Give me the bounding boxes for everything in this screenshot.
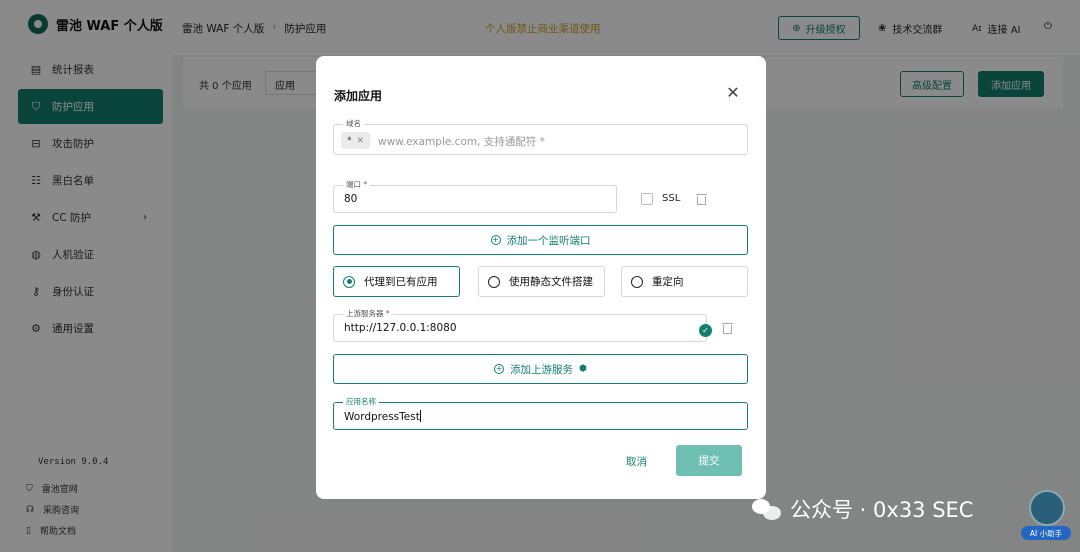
- app-name-label: 应用名称: [343, 396, 379, 407]
- hexagon-icon: ⬢: [579, 364, 587, 374]
- ssl-label: SSL: [662, 193, 681, 204]
- trash-icon[interactable]: [722, 322, 733, 334]
- port-field[interactable]: 端口 * 80: [333, 179, 617, 213]
- text-cursor: [419, 410, 421, 422]
- ssl-checkbox[interactable]: [641, 193, 653, 205]
- mode-label: 重定向: [652, 276, 684, 288]
- mode-label: 使用静态文件搭建: [509, 276, 593, 288]
- add-upstream-label: 添加上游服务: [510, 363, 574, 376]
- mode-proxy-option[interactable]: 代理到已有应用: [333, 266, 460, 297]
- trash-icon[interactable]: [696, 193, 707, 205]
- plus-circle-icon: +: [490, 235, 501, 245]
- plus-circle-icon: +: [494, 364, 505, 374]
- mode-redirect-option[interactable]: 重定向: [621, 266, 748, 297]
- port-label: 端口 *: [343, 179, 371, 190]
- upstream-label-text: 上游服务器: [346, 309, 384, 318]
- upstream-value: http://127.0.0.1:8080: [344, 322, 457, 334]
- add-port-label: 添加一个监听端口: [506, 234, 591, 247]
- domain-label: 域名: [343, 118, 364, 129]
- assistant-label: AI 小助手: [1021, 526, 1071, 540]
- submit-button[interactable]: 提交: [676, 445, 742, 476]
- domain-chip-text: *: [346, 135, 352, 146]
- radio-selected-icon: [343, 275, 355, 288]
- assistant-avatar-icon: [1029, 490, 1065, 526]
- required-mark: *: [385, 309, 390, 318]
- add-upstream-button[interactable]: + 添加上游服务 ⬢: [333, 354, 748, 384]
- domain-placeholder: www.example.com, 支持通配符 *: [378, 136, 545, 148]
- mode-label: 代理到已有应用: [364, 276, 438, 288]
- port-label-text: 端口: [346, 180, 361, 189]
- required-mark: *: [363, 180, 368, 189]
- cancel-button[interactable]: 取消: [626, 454, 647, 469]
- wechat-watermark: 公众号 · 0x33 SEC: [752, 494, 973, 524]
- domain-chip: * ✕: [341, 132, 370, 149]
- chip-close-icon[interactable]: ✕: [356, 136, 364, 146]
- check-circle-icon: ✓: [699, 324, 712, 337]
- dialog-title: 添加应用: [334, 89, 383, 103]
- close-icon[interactable]: ✕: [724, 84, 742, 102]
- mode-static-option[interactable]: 使用静态文件搭建: [478, 266, 605, 297]
- wechat-icon: [752, 497, 782, 521]
- app-name-field[interactable]: 应用名称 WordpressTest: [333, 396, 748, 430]
- domain-field[interactable]: 域名 * ✕ www.example.com, 支持通配符 *: [333, 118, 748, 155]
- upstream-field[interactable]: 上游服务器 * http://127.0.0.1:8080 ✓: [333, 308, 712, 342]
- app-name-text: WordpressTest: [344, 411, 420, 423]
- watermark-text: 公众号 · 0x33 SEC: [790, 498, 974, 522]
- port-value: 80: [344, 193, 358, 205]
- add-app-dialog: 添加应用 ✕ 域名 * ✕ www.example.com, 支持通配符 * 端…: [316, 56, 766, 499]
- app-root: 雷池 WAF 个人版 ▤ 统计报表 ⛉ 防护应用 ⊟ 攻击防护 ☷ 黑白名单 ⚒…: [0, 0, 1080, 552]
- upstream-label: 上游服务器 *: [343, 308, 393, 319]
- add-listen-port-button[interactable]: + 添加一个监听端口: [333, 225, 748, 255]
- radio-icon: [488, 275, 500, 288]
- radio-icon: [631, 275, 643, 288]
- app-name-value: WordpressTest: [344, 410, 421, 423]
- ai-assistant-button[interactable]: AI 小助手: [1021, 490, 1071, 542]
